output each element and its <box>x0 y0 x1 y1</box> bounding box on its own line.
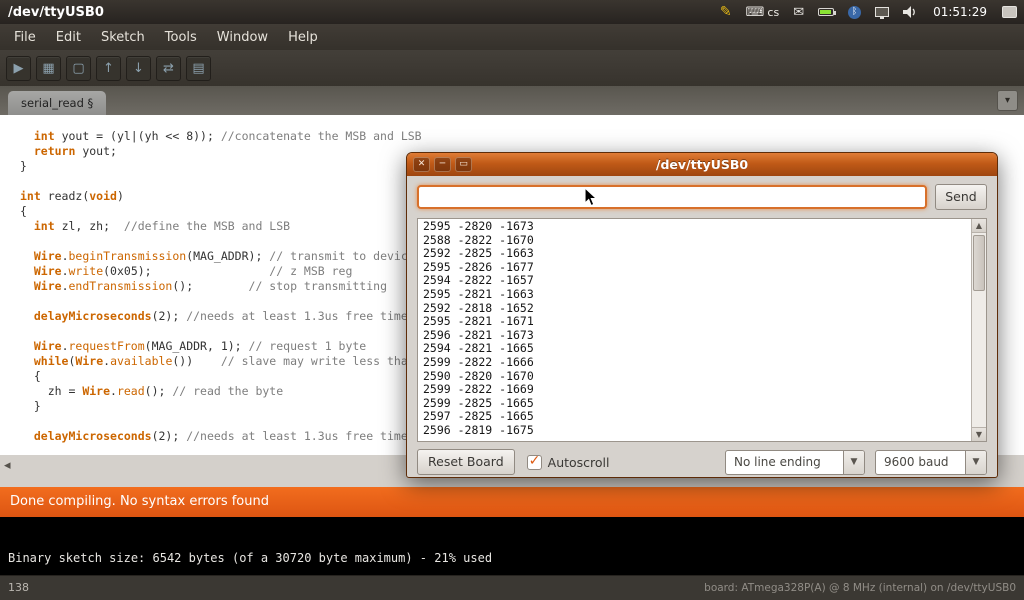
menu-tools[interactable]: Tools <box>155 26 207 49</box>
code-line: int yout = (yl|(yh << 8)); //concatenate… <box>20 129 1024 144</box>
reset-board-button[interactable]: Reset Board <box>417 449 515 475</box>
toolbar: ▶▦▢↑↓⇄▤ <box>0 50 1024 86</box>
menu-file[interactable]: File <box>4 26 46 49</box>
baud-rate-value: 9600 baud <box>876 451 965 474</box>
serial-line: 2592 -2818 -1652 <box>423 302 981 316</box>
status-message: Done compiling. No syntax errors found <box>10 494 269 509</box>
chevron-down-icon[interactable]: ▼ <box>843 451 864 474</box>
line-ending-select[interactable]: No line ending ▼ <box>725 450 865 475</box>
menu-bar: File Edit Sketch Tools Window Help <box>0 24 1024 50</box>
tab-menu-button[interactable]: ▾ <box>997 90 1018 111</box>
autoscroll-label: Autoscroll <box>548 455 610 470</box>
close-icon[interactable]: ✕ <box>413 157 430 172</box>
serial-line: 2599 -2825 -1665 <box>423 397 981 411</box>
serial-line: 2588 -2822 -1670 <box>423 234 981 248</box>
window-title: /dev/ttyUSB0 <box>0 5 104 20</box>
chevron-down-icon[interactable]: ▼ <box>965 451 986 474</box>
top-panel: /dev/ttyUSB0 ✎ ⌨ cs ✉ ᛒ 01:51:29 <box>0 0 1024 24</box>
autoscroll-checkbox[interactable]: ✓ <box>527 455 542 470</box>
send-button[interactable]: Send <box>935 184 987 210</box>
serial-line: 2595 -2820 -1673 <box>423 220 981 234</box>
mail-indicator-icon[interactable]: ✉ <box>793 5 804 20</box>
scroll-left-icon[interactable]: ◂ <box>4 458 11 473</box>
stop-button[interactable]: ▦ <box>36 56 61 81</box>
status-bar: Done compiling. No syntax errors found <box>0 487 1024 517</box>
menu-help[interactable]: Help <box>278 26 328 49</box>
serial-monitor-title: /dev/ttyUSB0 <box>407 157 997 172</box>
serial-line: 2592 -2825 -1663 <box>423 247 981 261</box>
serial-line: 2597 -2825 -1665 <box>423 410 981 424</box>
maximize-icon[interactable]: ▭ <box>455 157 472 172</box>
serial-output-lines: 2595 -2820 -16732588 -2822 -16702592 -28… <box>418 219 986 439</box>
serial-monitor-body: Send 2595 -2820 -16732588 -2822 -1670259… <box>407 176 997 475</box>
scrollbar-thumb[interactable] <box>973 235 985 291</box>
serial-line: 2595 -2826 -1677 <box>423 261 981 275</box>
keyboard-layout-indicator[interactable]: ⌨ cs <box>746 5 780 20</box>
serial-monitor-window: /dev/ttyUSB0 ✕ ─ ▭ Send 2595 -2820 -1673… <box>406 152 998 478</box>
serial-monitor-titlebar[interactable]: /dev/ttyUSB0 ✕ ─ ▭ <box>407 153 997 176</box>
serial-line: 2596 -2821 -1673 <box>423 329 981 343</box>
session-indicator[interactable] <box>1002 6 1017 18</box>
clock-indicator[interactable]: 01:51:29 <box>933 5 987 19</box>
menu-window[interactable]: Window <box>207 26 278 49</box>
tab-serial-read[interactable]: serial_read § <box>8 91 106 115</box>
serial-line: 2595 -2821 -1671 <box>423 315 981 329</box>
serial-vscrollbar[interactable]: ▲ ▼ <box>971 219 986 441</box>
serial-line: 2594 -2822 -1657 <box>423 274 981 288</box>
serial-monitor-button[interactable]: ▤ <box>186 56 211 81</box>
battery-indicator[interactable] <box>818 8 834 16</box>
tab-strip: serial_read § ▾ <box>0 86 1024 115</box>
serial-line: 2590 -2820 -1670 <box>423 370 981 384</box>
serial-line: 2599 -2822 -1666 <box>423 356 981 370</box>
verify-button[interactable]: ▶ <box>6 56 31 81</box>
arduino-ide-screen: /dev/ttyUSB0 ✎ ⌨ cs ✉ ᛒ 01:51:29 File <box>0 0 1024 600</box>
network-icon <box>875 7 889 17</box>
checkmark-icon: ✓ <box>529 453 541 469</box>
menu-sketch[interactable]: Sketch <box>91 26 155 49</box>
notes-indicator-icon[interactable]: ✎ <box>720 4 732 20</box>
minimize-icon[interactable]: ─ <box>434 157 451 172</box>
serial-output-panel: 2595 -2820 -16732588 -2822 -16702592 -28… <box>417 218 987 442</box>
serial-line: 2599 -2822 -1669 <box>423 383 981 397</box>
battery-icon <box>818 8 834 16</box>
footer-bar: 138 board: ATmega328P(A) @ 8 MHz (intern… <box>0 575 1024 600</box>
bluetooth-icon: ᛒ <box>848 6 861 19</box>
serial-controls-row: Reset Board ✓ Autoscroll No line ending … <box>417 449 987 475</box>
mouse-cursor <box>584 187 598 212</box>
line-ending-value: No line ending <box>726 451 843 474</box>
serial-line: 2596 -2819 -1675 <box>423 424 981 438</box>
serial-line: 2595 -2821 -1663 <box>423 288 981 302</box>
upload-button[interactable]: ⇄ <box>156 56 181 81</box>
board-info: board: ATmega328P(A) @ 8 MHz (internal) … <box>704 582 1016 594</box>
baud-rate-select[interactable]: 9600 baud ▼ <box>875 450 987 475</box>
volume-indicator[interactable] <box>903 6 918 18</box>
network-indicator[interactable] <box>875 7 889 17</box>
window-buttons: ✕ ─ ▭ <box>407 157 472 172</box>
keyboard-layout-label: cs <box>767 6 779 19</box>
save-sketch-button[interactable]: ↓ <box>126 56 151 81</box>
serial-line: 2594 -2821 -1665 <box>423 342 981 356</box>
new-sketch-button[interactable]: ▢ <box>66 56 91 81</box>
line-number: 138 <box>8 581 29 594</box>
open-sketch-button[interactable]: ↑ <box>96 56 121 81</box>
session-icon <box>1002 6 1017 18</box>
scroll-down-icon[interactable]: ▼ <box>972 427 986 441</box>
serial-input-row: Send <box>417 184 987 210</box>
scroll-up-icon[interactable]: ▲ <box>972 219 986 233</box>
bluetooth-indicator[interactable]: ᛒ <box>848 6 861 19</box>
console-output: Binary sketch size: 6542 bytes (of a 307… <box>8 551 492 565</box>
menu-edit[interactable]: Edit <box>46 26 91 49</box>
speaker-icon <box>903 6 918 18</box>
keyboard-icon: ⌨ <box>746 5 765 20</box>
serial-input[interactable] <box>417 185 927 209</box>
console: Binary sketch size: 6542 bytes (of a 307… <box>0 517 1024 575</box>
